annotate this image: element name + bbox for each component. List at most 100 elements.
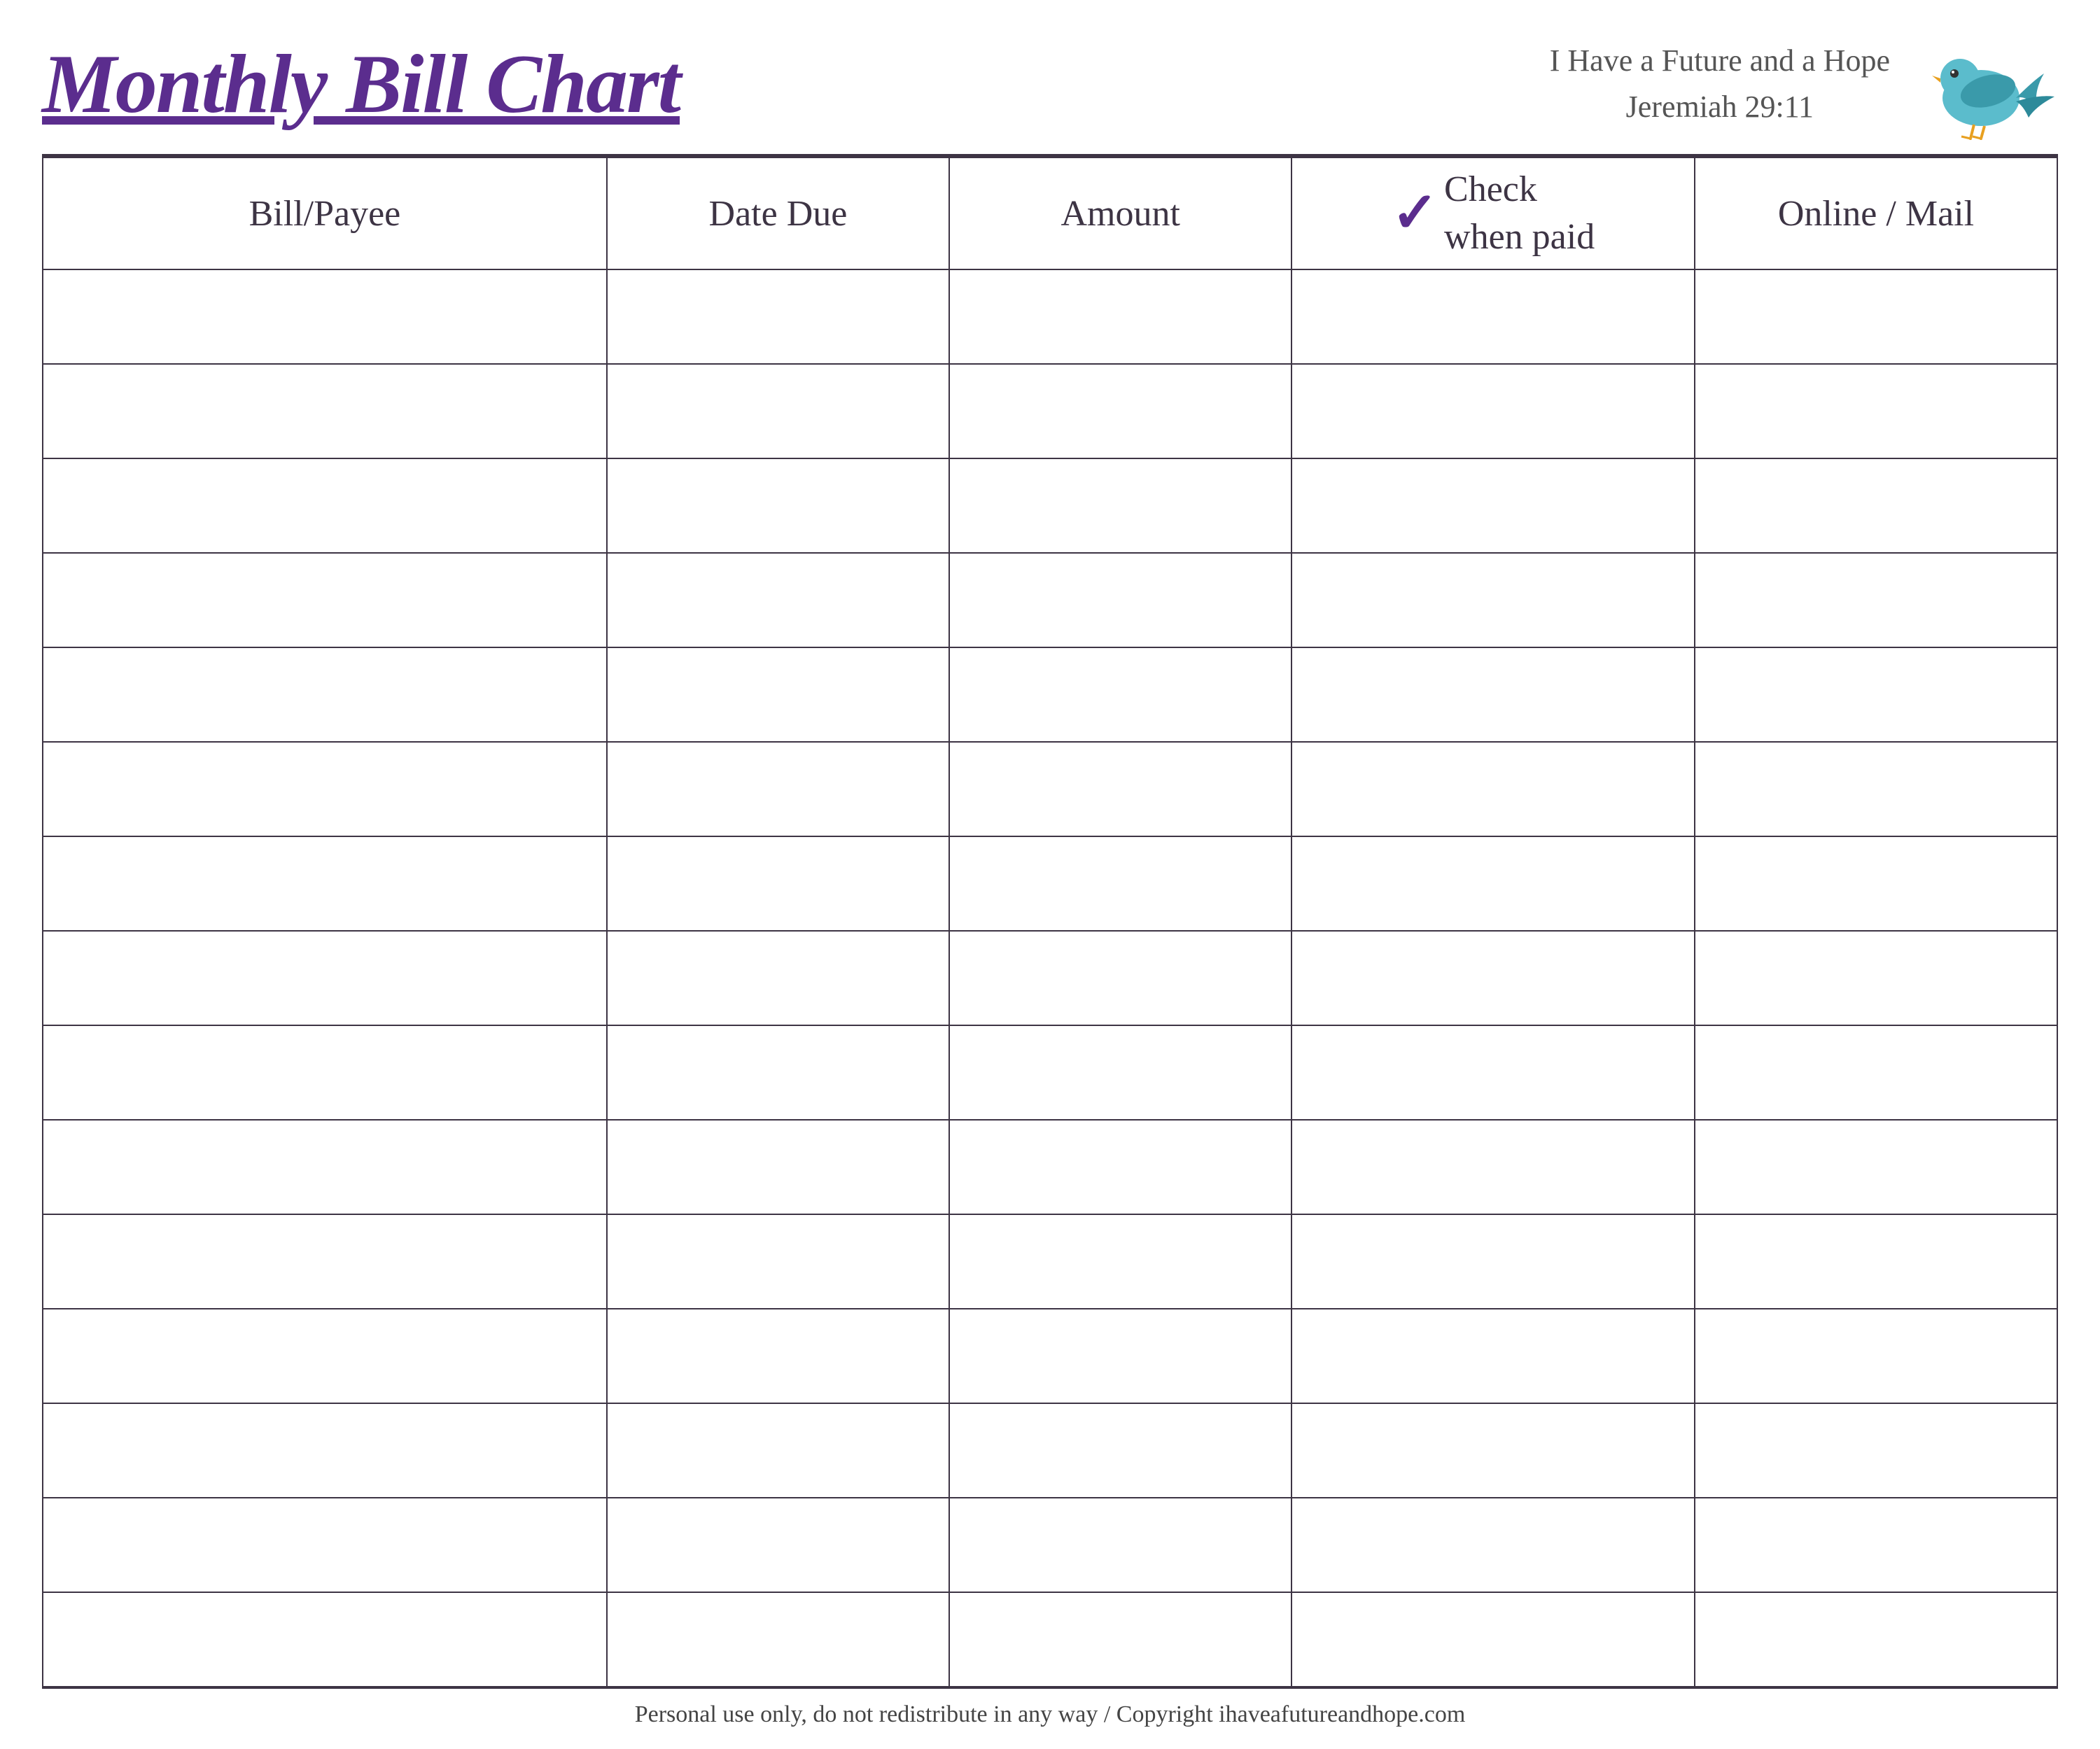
table-cell: [43, 836, 607, 931]
table-cell: [43, 1309, 607, 1403]
table-row: [43, 742, 2057, 836]
table-body: [43, 269, 2057, 1687]
table-cell: [949, 1025, 1292, 1120]
check-header-content: ✓ Check when paid: [1306, 166, 1680, 260]
checkmark-icon: ✓: [1392, 185, 1438, 241]
table-cell: [1695, 931, 2057, 1025]
table-cell: [949, 1498, 1292, 1592]
check-text: Check when paid: [1444, 166, 1595, 260]
table-cell: [1695, 742, 2057, 836]
main-title: Monthly Bill Chart: [42, 42, 680, 126]
table-cell: [43, 647, 607, 742]
header: Monthly Bill Chart I Have a Future and a…: [42, 28, 2058, 157]
table-cell: [607, 1498, 949, 1592]
table-cell: [1695, 458, 2057, 553]
table-cell: [949, 458, 1292, 553]
table-row: [43, 458, 2057, 553]
table-cell: [1695, 1309, 2057, 1403]
verse-text: I Have a Future and a Hope Jeremiah 29:1…: [1550, 38, 1890, 130]
table-cell: [1292, 931, 1695, 1025]
table-cell: [1292, 553, 1695, 647]
col-header-online-mail: Online / Mail: [1695, 157, 2057, 269]
col-header-amount: Amount: [949, 157, 1292, 269]
table-cell: [1292, 1403, 1695, 1498]
table-cell: [949, 647, 1292, 742]
page: Monthly Bill Chart I Have a Future and a…: [0, 0, 2100, 1749]
table-cell: [43, 364, 607, 458]
table-row: [43, 1309, 2057, 1403]
table-cell: [1292, 364, 1695, 458]
table-cell: [949, 1309, 1292, 1403]
table-cell: [607, 553, 949, 647]
table-cell: [43, 1025, 607, 1120]
table-row: [43, 364, 2057, 458]
col-header-bill-payee: Bill/Payee: [43, 157, 607, 269]
table-cell: [1292, 742, 1695, 836]
table-cell: [43, 269, 607, 364]
table-cell: [43, 742, 607, 836]
verse-line2: Jeremiah 29:11: [1550, 84, 1890, 130]
bird-icon: [1918, 28, 2058, 140]
table-cell: [1292, 1592, 1695, 1687]
col-header-check-when-paid: ✓ Check when paid: [1292, 157, 1695, 269]
table-cell: [43, 553, 607, 647]
when-paid-label: when paid: [1444, 213, 1595, 261]
table-cell: [43, 931, 607, 1025]
bill-table: Bill/Payee Date Due Amount ✓ Check when …: [42, 157, 2058, 1687]
table-cell: [1292, 458, 1695, 553]
footer-text: Personal use only, do not redistribute i…: [635, 1701, 1466, 1727]
table-cell: [949, 931, 1292, 1025]
table-cell: [1695, 1025, 2057, 1120]
table-cell: [43, 1120, 607, 1214]
table-cell: [1695, 1592, 2057, 1687]
table-cell: [1695, 1120, 2057, 1214]
table-cell: [1292, 1309, 1695, 1403]
table-cell: [607, 742, 949, 836]
table-row: [43, 1592, 2057, 1687]
bill-table-container: Bill/Payee Date Due Amount ✓ Check when …: [42, 157, 2058, 1687]
table-cell: [607, 269, 949, 364]
title-area: Monthly Bill Chart: [42, 42, 680, 126]
table-cell: [949, 553, 1292, 647]
table-cell: [607, 364, 949, 458]
table-row: [43, 1403, 2057, 1498]
table-cell: [949, 1403, 1292, 1498]
table-row: [43, 836, 2057, 931]
table-row: [43, 1498, 2057, 1592]
table-cell: [949, 364, 1292, 458]
table-cell: [1695, 836, 2057, 931]
table-row: [43, 269, 2057, 364]
table-cell: [607, 1120, 949, 1214]
table-cell: [949, 1120, 1292, 1214]
table-cell: [1292, 1025, 1695, 1120]
table-row: [43, 1214, 2057, 1309]
table-cell: [43, 1592, 607, 1687]
table-cell: [607, 1403, 949, 1498]
table-cell: [949, 269, 1292, 364]
col-header-date-due: Date Due: [607, 157, 949, 269]
table-cell: [949, 1214, 1292, 1309]
table-cell: [1695, 364, 2057, 458]
table-cell: [949, 836, 1292, 931]
table-cell: [949, 1592, 1292, 1687]
header-right: I Have a Future and a Hope Jeremiah 29:1…: [1550, 28, 2058, 140]
table-row: [43, 647, 2057, 742]
table-row: [43, 553, 2057, 647]
table-cell: [607, 931, 949, 1025]
table-row: [43, 931, 2057, 1025]
table-cell: [607, 458, 949, 553]
table-cell: [607, 1025, 949, 1120]
check-label: Check: [1444, 166, 1595, 213]
table-cell: [43, 1498, 607, 1592]
table-cell: [607, 1309, 949, 1403]
table-row: [43, 1025, 2057, 1120]
table-cell: [607, 1592, 949, 1687]
table-cell: [607, 647, 949, 742]
bird-illustration: [1918, 28, 2058, 140]
table-cell: [1695, 1403, 2057, 1498]
table-row: [43, 1120, 2057, 1214]
table-cell: [1292, 1120, 1695, 1214]
table-cell: [1695, 1214, 2057, 1309]
table-cell: [43, 458, 607, 553]
table-cell: [607, 836, 949, 931]
